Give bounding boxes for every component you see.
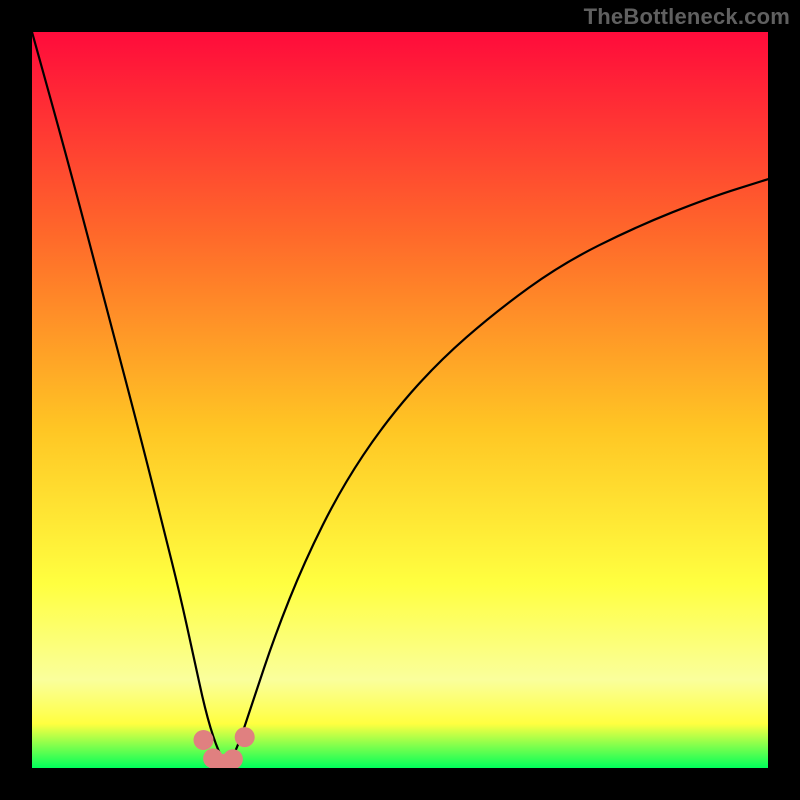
chart-area	[32, 32, 768, 768]
marker-dot	[194, 730, 214, 750]
bottleneck-chart	[32, 32, 768, 768]
gradient-background	[32, 32, 768, 768]
marker-dot	[235, 727, 255, 747]
watermark-text: TheBottleneck.com	[584, 4, 790, 30]
chart-frame: TheBottleneck.com	[0, 0, 800, 800]
